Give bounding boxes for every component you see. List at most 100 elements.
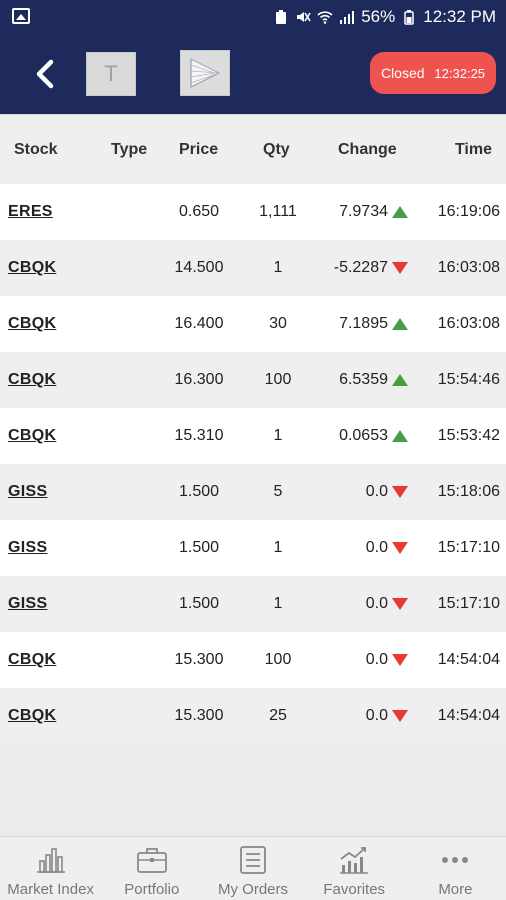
table-header: Stock Type Price Qty Change Time — [0, 114, 506, 184]
qty-cell: 100 — [264, 651, 292, 668]
table-row[interactable]: ERES 0.650 1,111 7.9734 16:19:06 — [0, 184, 506, 240]
price-cell: 1.500 — [178, 539, 220, 556]
time-cell: 14:54:04 — [437, 707, 500, 724]
change-cell: -5.2287 — [333, 259, 388, 276]
column-header-change: Change — [338, 141, 397, 158]
nav-label: Favorites — [323, 881, 386, 898]
nav-market-index[interactable]: Market Index — [0, 837, 101, 900]
stock-symbol[interactable]: CBQK — [8, 240, 56, 296]
briefcase-icon — [136, 848, 167, 873]
column-header-type: Type — [111, 141, 148, 158]
stock-symbol[interactable]: CBQK — [8, 296, 56, 352]
table-row[interactable]: CBQK 15.300 100 0.0 14:54:04 — [0, 632, 506, 688]
table-row[interactable]: CBQK 15.310 1 0.0653 15:53:42 — [0, 408, 506, 464]
stock-symbol[interactable]: GISS — [8, 576, 47, 632]
price-cell: 15.300 — [174, 707, 224, 724]
price-cell: 15.310 — [174, 427, 224, 444]
qty-cell: 1 — [273, 259, 283, 276]
stock-symbol[interactable]: GISS — [8, 520, 47, 576]
time-cell: 15:17:10 — [437, 595, 500, 612]
list-icon — [240, 846, 266, 874]
nav-label: Portfolio — [124, 881, 180, 898]
table-row[interactable]: CBQK 16.400 30 7.1895 16:03:08 — [0, 296, 506, 352]
bar-chart-icon — [36, 848, 65, 873]
company-logo: T — [86, 52, 136, 96]
trades-table: ERES 0.650 1,111 7.9734 16:19:06 CBQK 14… — [0, 184, 506, 744]
lock-battery-icon — [276, 10, 287, 24]
table-row[interactable]: GISS 1.500 1 0.0 15:17:10 — [0, 520, 506, 576]
time-cell: 15:54:46 — [437, 371, 500, 388]
market-status-badge: Closed 12:32:25 — [370, 52, 496, 94]
price-cell: 16.300 — [174, 371, 224, 388]
qty-cell: 5 — [273, 483, 283, 500]
signal-icon — [340, 11, 355, 24]
stock-symbol[interactable]: CBQK — [8, 408, 56, 464]
nav-label: More — [438, 881, 473, 898]
qty-cell: 100 — [264, 371, 292, 388]
down-arrow-icon — [392, 240, 408, 296]
change-cell: 0.0 — [365, 707, 388, 724]
price-cell: 16.400 — [174, 315, 224, 332]
time-cell: 16:03:08 — [437, 259, 500, 276]
table-row[interactable]: GISS 1.500 1 0.0 15:17:10 — [0, 576, 506, 632]
column-header-price: Price — [179, 141, 219, 158]
market-status-label: Closed — [380, 65, 425, 81]
down-arrow-icon — [392, 576, 408, 632]
time-cell: 15:53:42 — [437, 427, 500, 444]
column-header-stock: Stock — [14, 141, 58, 158]
column-header-time: Time — [454, 141, 492, 158]
play-triangle-icon — [190, 58, 221, 88]
stock-symbol[interactable]: CBQK — [8, 352, 56, 408]
battery-percent: 56% — [361, 7, 396, 26]
gallery-icon — [12, 8, 30, 24]
up-arrow-icon — [392, 296, 408, 352]
mute-icon — [297, 12, 311, 22]
app-header: T Closed 12:32:25 — [0, 34, 506, 114]
nav-label: Market Index — [7, 881, 94, 898]
change-cell: 7.9734 — [339, 203, 388, 220]
stock-symbol[interactable]: CBQK — [8, 632, 56, 688]
more-dots-icon — [442, 857, 469, 863]
nav-label: My Orders — [218, 881, 289, 898]
down-arrow-icon — [392, 632, 408, 688]
bottom-navigation: Market Index Portfolio My Orders Favorit… — [0, 836, 506, 900]
nav-my-orders[interactable]: My Orders — [202, 837, 303, 900]
price-cell: 14.500 — [174, 259, 224, 276]
up-arrow-icon — [392, 184, 408, 240]
table-row[interactable]: CBQK 15.300 25 0.0 14:54:04 — [0, 688, 506, 744]
wifi-icon — [317, 11, 333, 24]
stock-symbol[interactable]: CBQK — [8, 688, 56, 744]
time-cell: 16:19:06 — [437, 203, 500, 220]
change-cell: 0.0 — [365, 539, 388, 556]
qty-cell: 25 — [269, 707, 287, 724]
price-cell: 1.500 — [178, 595, 220, 612]
price-cell: 1.500 — [178, 483, 220, 500]
battery-icon — [404, 10, 414, 25]
down-arrow-icon — [392, 520, 408, 576]
change-cell: 7.1895 — [339, 315, 388, 332]
table-row[interactable]: CBQK 16.300 100 6.5359 15:54:46 — [0, 352, 506, 408]
status-bar: 56% 12:32 PM — [0, 0, 506, 34]
change-cell: 0.0653 — [339, 427, 388, 444]
stock-symbol[interactable]: ERES — [8, 184, 53, 240]
market-status-time: 12:32:25 — [434, 65, 486, 81]
time-cell: 16:03:08 — [437, 315, 500, 332]
up-arrow-icon — [392, 408, 408, 464]
qty-cell: 1,111 — [259, 203, 297, 220]
column-header-qty: Qty — [263, 141, 290, 158]
time-cell: 14:54:04 — [437, 651, 500, 668]
change-cell: 0.0 — [365, 651, 388, 668]
logo-letter: T — [104, 61, 118, 86]
table-row[interactable]: GISS 1.500 5 0.0 15:18:06 — [0, 464, 506, 520]
time-cell: 15:17:10 — [437, 539, 500, 556]
back-button[interactable] — [28, 54, 62, 94]
time-cell: 15:18:06 — [437, 483, 500, 500]
nav-more[interactable]: More — [405, 837, 506, 900]
table-row[interactable]: CBQK 14.500 1 -5.2287 16:03:08 — [0, 240, 506, 296]
qty-cell: 30 — [269, 315, 287, 332]
nav-favorites[interactable]: Favorites — [304, 837, 405, 900]
down-arrow-icon — [392, 464, 408, 520]
nav-portfolio[interactable]: Portfolio — [101, 837, 202, 900]
stock-symbol[interactable]: GISS — [8, 464, 47, 520]
status-bar-right: 56% 12:32 PM — [273, 6, 496, 28]
